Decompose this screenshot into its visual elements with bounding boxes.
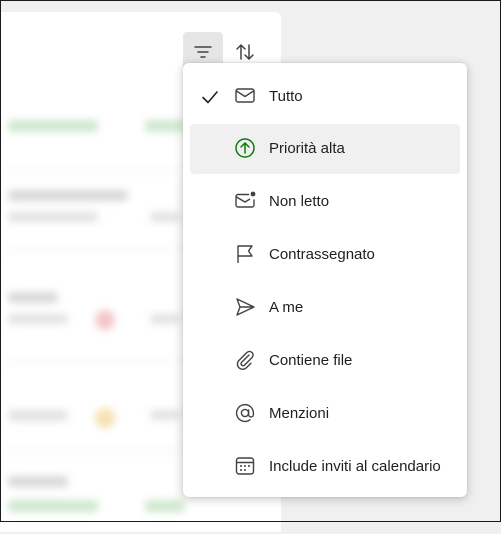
menu-item-priorita-alta[interactable]: Priorità alta bbox=[190, 124, 460, 174]
menu-item-label: Contrassegnato bbox=[269, 246, 375, 263]
checkmark-icon bbox=[202, 91, 218, 104]
menu-item-contrassegnato[interactable]: Contrassegnato bbox=[190, 230, 460, 280]
arrow-up-circle-icon bbox=[235, 138, 255, 158]
mention-icon bbox=[235, 404, 255, 423]
menu-item-label: Menzioni bbox=[269, 405, 330, 422]
menu-item-tutto[interactable]: Tutto bbox=[190, 72, 460, 122]
calendar-icon bbox=[235, 457, 255, 475]
mail-icon bbox=[235, 88, 255, 103]
menu-item-a-me[interactable]: A me bbox=[190, 283, 460, 333]
attach-icon bbox=[236, 350, 254, 371]
mail-unread-icon bbox=[235, 191, 256, 208]
menu-item-contiene-file[interactable]: Contiene file bbox=[190, 336, 460, 386]
menu-item-label: A me bbox=[269, 299, 304, 316]
menu-item-label: Include inviti al calendario bbox=[269, 458, 441, 475]
menu-item-label: Non letto bbox=[269, 193, 330, 210]
menu-item-label: Contiene file bbox=[269, 352, 353, 369]
menu-item-menzioni[interactable]: Menzioni bbox=[190, 389, 460, 439]
sort-arrows-icon bbox=[236, 44, 254, 60]
send-icon bbox=[236, 298, 255, 316]
menu-item-inviti-calendario[interactable]: Include inviti al calendario bbox=[190, 442, 460, 492]
menu-item-label: Priorità alta bbox=[269, 140, 345, 157]
flag-icon bbox=[237, 245, 253, 263]
menu-item-non-letto[interactable]: Non letto bbox=[190, 177, 460, 227]
filter-icon bbox=[194, 46, 212, 58]
filter-menu: Tutto Priorità alta Non letto Contrasseg… bbox=[183, 63, 467, 497]
menu-item-label: Tutto bbox=[269, 88, 303, 105]
